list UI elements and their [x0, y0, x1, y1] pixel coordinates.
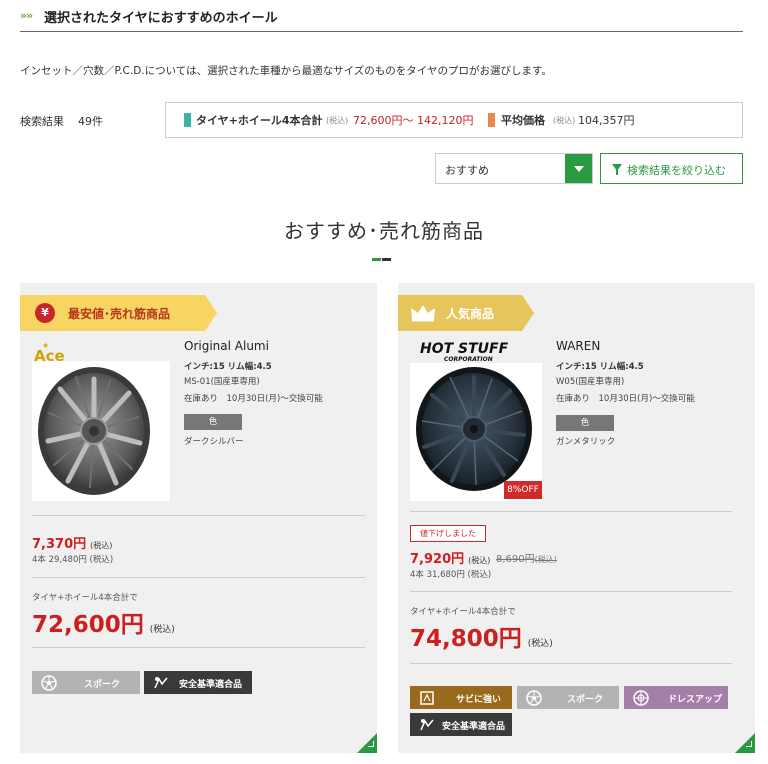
expand-corner-icon[interactable]: [735, 733, 755, 753]
brand-logo: HOT STUFF CORPORATION: [418, 339, 522, 366]
result-label: 検索結果: [20, 115, 64, 128]
divider: [410, 591, 732, 592]
product-name[interactable]: WAREN: [556, 339, 600, 353]
tag-rust-resist: サビに強い: [410, 686, 512, 709]
tag-spoke: スポーク: [517, 686, 619, 709]
result-count: 49件: [78, 115, 103, 128]
chevron-right-icon: »»: [20, 9, 33, 22]
intro-text: インセット／穴数／P.C.D.については、選択された車種から最適なサイズのものを…: [20, 65, 552, 77]
total-marker-icon: [184, 113, 191, 127]
four-wheel-price: 4本 29,480円 (税込): [32, 555, 114, 565]
unit-price: 7,370円 (税込): [32, 537, 113, 552]
tag-spoke: スポーク: [32, 671, 140, 694]
badge-ribbon: ¥ 最安値･売れ筋商品: [20, 295, 217, 331]
unit-price: 7,920円 (税込): [410, 552, 491, 567]
total-range: 72,600円～ 142,120円: [353, 114, 474, 127]
divider: [410, 663, 732, 664]
divider: [32, 577, 365, 578]
product-name[interactable]: Original Alumi: [184, 339, 269, 353]
price-down-badge: 値下げしました: [410, 525, 486, 542]
svg-text:HOT STUFF: HOT STUFF: [420, 341, 509, 357]
color-name: ダークシルバー: [184, 437, 244, 447]
sort-value: おすすめ: [445, 164, 489, 177]
stock-status: 在庫あり 10月30日(月)～交換可能: [556, 394, 695, 404]
total-set-label: タイヤ+ホイール4本合計で: [410, 607, 516, 617]
badge-ribbon: 人気商品: [398, 295, 534, 331]
divider: [410, 511, 732, 512]
product-image[interactable]: [32, 361, 170, 501]
rust-resist-icon: [419, 690, 435, 706]
section-header: »» 選択されたタイヤにおすすめのホイール: [20, 6, 743, 32]
product-spec: インチ:15 リム幅:4.5: [556, 362, 644, 372]
tag-safety: 安全基準適合品: [410, 713, 512, 736]
avg-price: 104,357円: [578, 114, 635, 127]
color-name: ガンメタリック: [556, 437, 616, 447]
yen-icon: ¥: [35, 303, 55, 323]
product-card[interactable]: 人気商品 HOT STUFF CORPORATION 8%OFF WAREN イ…: [398, 283, 755, 753]
avg-marker-icon: [488, 113, 495, 127]
section-title: 選択されたタイヤにおすすめのホイール: [44, 11, 278, 26]
safety-icon: [153, 675, 169, 691]
total-label: タイヤ+ホイール4本合計: [196, 114, 323, 127]
product-spec: インチ:15 リム幅:4.5: [184, 362, 272, 372]
total-set-label: タイヤ+ホイール4本合計で: [32, 593, 138, 603]
tag-safety: 安全基準適合品: [144, 671, 252, 694]
total-set-price: 74,800円 (税込): [410, 626, 553, 652]
total-set-price: 72,600円 (税込): [32, 612, 175, 638]
divider: [32, 515, 365, 516]
badge-label: 人気商品: [446, 307, 495, 321]
avg-label: 平均価格: [501, 114, 545, 127]
badge-label: 最安値･売れ筋商品: [68, 307, 171, 321]
dressup-wheel-icon: [633, 690, 649, 706]
product-image[interactable]: 8%OFF: [410, 363, 542, 501]
spoke-wheel-icon: [41, 675, 57, 691]
stock-status: 在庫あり 10月30日(月)～交換可能: [184, 394, 323, 404]
safety-icon: [419, 717, 435, 733]
discount-badge: 8%OFF: [504, 481, 542, 499]
filter-funnel-icon: [612, 164, 622, 175]
filter-button[interactable]: 検索結果を絞り込む: [600, 153, 743, 184]
four-wheel-price: 4本 31,680円 (税込): [410, 570, 492, 580]
spoke-wheel-icon: [526, 690, 542, 706]
recommend-title: おすすめ･売れ筋商品: [284, 219, 484, 243]
tag-dressup: ドレスアップ: [624, 686, 728, 709]
color-tag: 色: [556, 415, 614, 431]
svg-text:CORPORATION: CORPORATION: [444, 356, 493, 363]
expand-corner-icon[interactable]: [357, 733, 377, 753]
sort-select[interactable]: おすすめ: [435, 153, 593, 184]
color-tag: 色: [184, 414, 242, 430]
crown-icon: [410, 304, 436, 325]
avg-tax-note: (税込): [553, 116, 576, 125]
filter-button-label: 検索結果を絞り込む: [627, 164, 726, 177]
total-tax-note: (税込): [326, 116, 349, 125]
old-price: 8,690円(税込): [496, 554, 557, 565]
title-underline: [372, 258, 392, 261]
product-card[interactable]: ¥ 最安値･売れ筋商品 ★ Ace Original Alumi インチ:15 …: [20, 283, 377, 753]
product-model: MS-01(国産車専用): [184, 377, 260, 387]
product-model: W05(国産車専用): [556, 377, 625, 387]
divider: [32, 647, 365, 648]
chevron-down-icon[interactable]: [565, 154, 592, 183]
price-summary: タイヤ+ホイール4本合計 (税込) 72,600円～ 142,120円 平均価格…: [165, 102, 743, 138]
